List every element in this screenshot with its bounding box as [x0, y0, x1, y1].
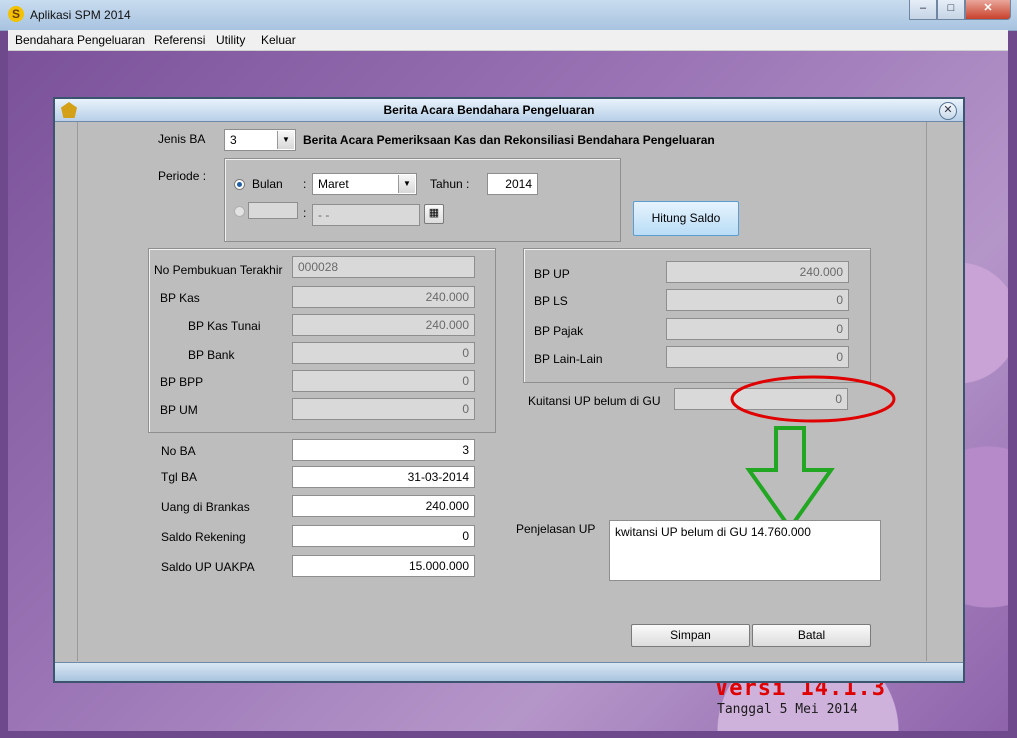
bulan-radio[interactable]: [234, 179, 245, 190]
penjelasan-textarea[interactable]: kwitansi UP belum di GU 14.760.000: [609, 520, 881, 581]
periode-group: [224, 158, 621, 242]
bp-bank-label: BP Bank: [188, 348, 235, 362]
chevron-down-icon[interactable]: ▼: [277, 131, 294, 149]
bp-kas-label: BP Kas: [160, 291, 200, 305]
date-option-field: [248, 202, 298, 219]
menu-bar: Bendahara Pengeluaran Referensi Utility …: [8, 30, 1008, 51]
bp-bank-field: 0: [292, 342, 475, 364]
saldo-up-uakpa-label: Saldo UP UAKPA: [161, 560, 255, 574]
bp-pajak-label: BP Pajak: [534, 324, 584, 338]
bp-um-field: 0: [292, 398, 475, 420]
green-down-arrow: [745, 426, 835, 532]
hitung-saldo-button[interactable]: Hitung Saldo: [633, 201, 739, 236]
uang-brankas-input[interactable]: 240.000: [292, 495, 475, 517]
penjelasan-label: Penjelasan UP: [516, 522, 596, 536]
bp-up-field: 240.000: [666, 261, 849, 283]
menu-bendahara-pengeluaran[interactable]: Bendahara Pengeluaran: [15, 33, 145, 47]
bp-bpp-field: 0: [292, 370, 475, 392]
menu-keluar[interactable]: Keluar: [261, 33, 296, 47]
jenis-ba-description: Berita Acara Pemeriksaan Kas dan Rekonsi…: [303, 133, 715, 147]
date-radio[interactable]: [234, 206, 245, 217]
uang-brankas-label: Uang di Brankas: [161, 500, 250, 514]
bp-um-label: BP UM: [160, 403, 198, 417]
app-logo-icon: S: [8, 6, 24, 22]
tgl-ba-label: Tgl BA: [161, 470, 198, 484]
simpan-button[interactable]: Simpan: [631, 624, 750, 647]
window-controls: – □ ✕: [909, 0, 1011, 20]
dialog-title: Berita Acara Bendahara Pengeluaran: [383, 103, 595, 117]
bp-up-label: BP UP: [534, 267, 570, 281]
build-date-label: Tanggal 5 Mei 2014: [717, 702, 858, 717]
bp-lain-label: BP Lain-Lain: [534, 352, 603, 366]
jenis-ba-label: Jenis BA: [158, 132, 206, 146]
maximize-button[interactable]: □: [937, 0, 965, 20]
bp-ls-label: BP LS: [534, 294, 568, 308]
saldo-rekening-input[interactable]: 0: [292, 525, 475, 547]
dialog-titlebar: Berita Acara Bendahara Pengeluaran ✕: [55, 99, 963, 122]
app-titlebar: S Aplikasi SPM 2014 – □ ✕: [0, 0, 1017, 31]
berita-acara-dialog: Berita Acara Bendahara Pengeluaran ✕ Jen…: [53, 97, 965, 683]
menu-utility[interactable]: Utility: [216, 33, 245, 47]
bp-kas-field: 240.000: [292, 286, 475, 308]
date-input[interactable]: - -: [312, 204, 420, 226]
bp-bpp-label: BP BPP: [160, 375, 204, 389]
bp-kas-tunai-label: BP Kas Tunai: [188, 319, 261, 333]
app-title: Aplikasi SPM 2014: [30, 8, 131, 22]
dialog-bottom-border: [55, 662, 963, 681]
jenis-ba-value: 3: [230, 133, 237, 147]
periode-label: Periode :: [158, 169, 207, 183]
bp-ls-field: 0: [666, 289, 849, 311]
no-pembukuan-field: 000028: [292, 256, 475, 278]
dialog-content: Jenis BA 3 ▼ Berita Acara Pemeriksaan Ka…: [77, 122, 927, 661]
bp-pajak-field: 0: [666, 318, 849, 340]
jenis-ba-select[interactable]: 3 ▼: [224, 129, 296, 151]
bp-lain-field: 0: [666, 346, 849, 368]
chevron-down-icon[interactable]: ▼: [398, 175, 415, 193]
tahun-label: Tahun :: [430, 177, 470, 191]
bp-kas-tunai-field: 240.000: [292, 314, 475, 336]
menu-referensi[interactable]: Referensi: [154, 33, 205, 47]
no-pembukuan-label: No Pembukuan Terakhir: [154, 263, 283, 277]
bulan-select[interactable]: Maret ▼: [312, 173, 417, 195]
red-highlight-circle: [730, 375, 896, 423]
bulan-colon: :: [303, 177, 307, 191]
bulan-option-label: Bulan: [252, 177, 283, 191]
saldo-up-uakpa-input[interactable]: 15.000.000: [292, 555, 475, 577]
no-ba-label: No BA: [161, 444, 196, 458]
no-ba-input[interactable]: 3: [292, 439, 475, 461]
tgl-ba-input[interactable]: 31-03-2014: [292, 466, 475, 488]
kuitansi-label: Kuitansi UP belum di GU: [528, 394, 661, 408]
dialog-close-button[interactable]: ✕: [939, 102, 957, 120]
minimize-button[interactable]: –: [909, 0, 937, 20]
batal-button[interactable]: Batal: [752, 624, 871, 647]
saldo-rekening-label: Saldo Rekening: [161, 530, 246, 544]
calendar-icon[interactable]: ▦: [424, 204, 444, 224]
tahun-input[interactable]: 2014: [487, 173, 538, 195]
bulan-value: Maret: [318, 177, 349, 191]
close-button[interactable]: ✕: [965, 0, 1011, 20]
date-colon: :: [303, 206, 307, 220]
